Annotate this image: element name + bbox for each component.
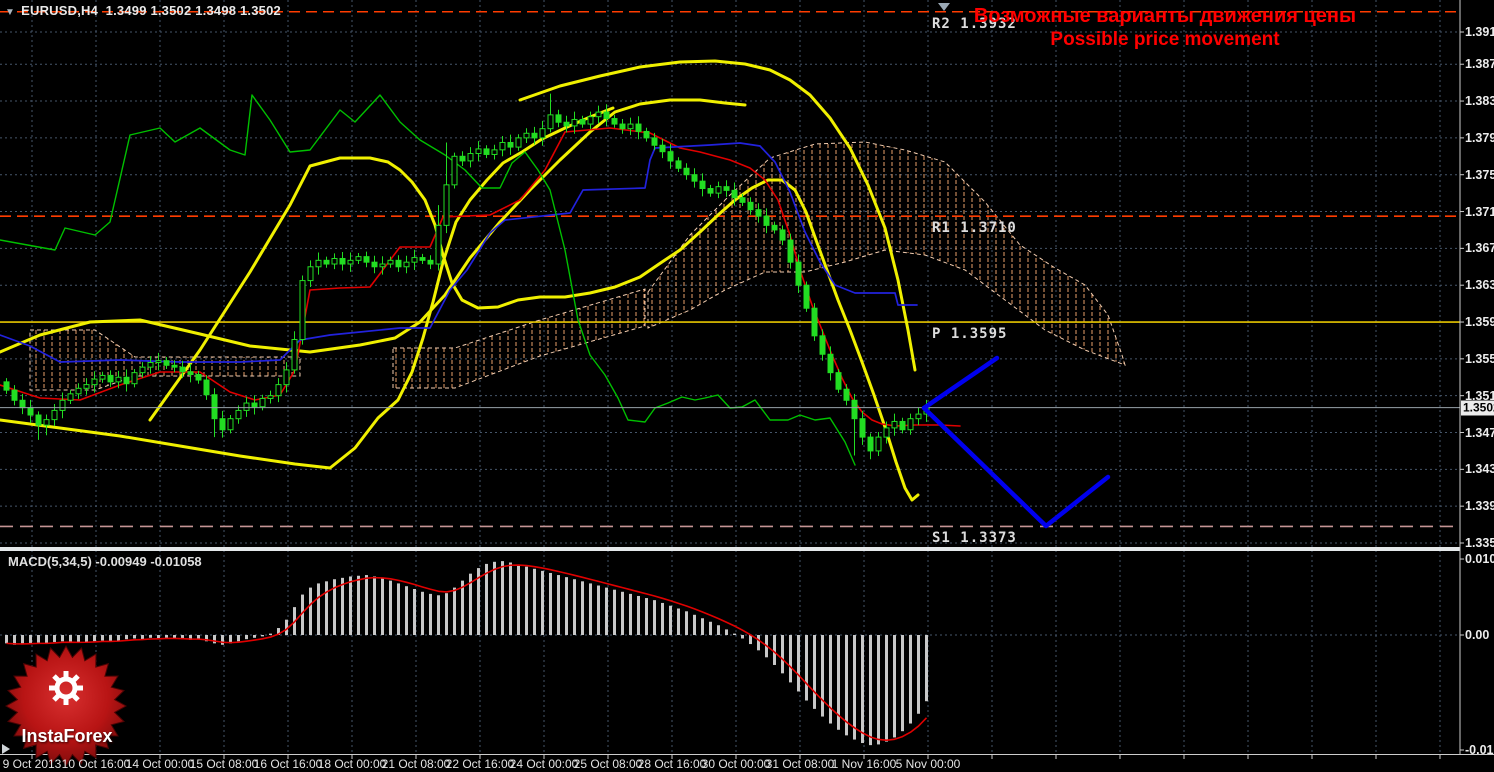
price-axis-label: 1.3595 xyxy=(1465,315,1494,330)
candlestick-layer xyxy=(3,93,930,460)
chart-title: ▼ EURUSD,H4 1.3499 1.3502 1.3498 1.3502 xyxy=(5,3,281,18)
annotation-text-ru: Возможные варианты движения цены xyxy=(973,5,1357,27)
price-axis-label: 1.3555 xyxy=(1465,351,1494,366)
price-axis-label: 1.3910 xyxy=(1465,25,1494,39)
ichimoku-cloud-layer xyxy=(29,141,1126,391)
bollinger-lower-yellow xyxy=(0,106,615,470)
macd-signal-line xyxy=(6,564,928,741)
macd-axis-label: -0.0165 xyxy=(1465,743,1494,757)
time-axis-label: 5 Nov 00:00 xyxy=(895,757,961,771)
price-axis-label: 1.3675 xyxy=(1465,241,1494,256)
price-axis-label: 1.3875 xyxy=(1465,57,1494,72)
pivot-label-s1: S1 1.3373 xyxy=(932,530,1017,547)
object-anchor-icon[interactable] xyxy=(938,3,950,11)
ichimoku-cloud-right xyxy=(647,141,1126,366)
chart-window: ▼ EURUSD,H4 1.3499 1.3502 1.3498 1.3502 В… xyxy=(0,0,1494,772)
forecast-line-1[interactable] xyxy=(921,355,1000,411)
forecast-lines-layer xyxy=(921,355,1111,529)
chart-canvas[interactable] xyxy=(0,0,1494,772)
price-axis-label: 1.3475 xyxy=(1465,425,1494,440)
macd-axis-label: 0.00 xyxy=(1465,628,1490,642)
ichimoku-cloud-mid xyxy=(392,288,646,389)
price-axis-label: 1.3715 xyxy=(1465,204,1494,219)
macd-axis-label: 0.0109 xyxy=(1465,552,1494,567)
quotes-label: 1.3499 1.3502 1.3498 1.3502 xyxy=(105,3,281,18)
price-axis-label: 1.3835 xyxy=(1465,94,1494,109)
pivot-label-r1: R1 1.3710 xyxy=(932,220,1017,237)
price-axis-label: 1.3355 xyxy=(1465,535,1494,550)
symbol-label: EURUSD,H4 xyxy=(21,3,99,18)
logo-star xyxy=(4,644,128,768)
grid-layer xyxy=(0,0,1460,754)
price-axis-label: 1.3755 xyxy=(1465,167,1494,182)
ichimoku-cloud-left xyxy=(29,329,301,391)
macd-layer xyxy=(5,561,928,746)
instaforex-logo xyxy=(4,644,128,768)
price-axis-label: 1.3395 xyxy=(1465,499,1494,514)
price-axis-label: 1.3635 xyxy=(1465,278,1494,293)
price-axis-label: 1.3795 xyxy=(1465,130,1494,145)
logo-text: InstaForex xyxy=(21,726,113,746)
annotation-block: Возможные варианты движения цены Possibl… xyxy=(950,4,1380,52)
chevron-down-icon[interactable]: ▼ xyxy=(5,7,15,18)
annotation-text-en: Possible price movement xyxy=(1050,29,1280,50)
macd-indicator-label: MACD(5,34,5) -0.00949 -0.01058 xyxy=(8,554,202,569)
panel-separator[interactable] xyxy=(0,547,1460,551)
price-axis-label: 1.3435 xyxy=(1465,462,1494,477)
pivot-label-p: P 1.3595 xyxy=(932,326,1008,343)
current-price-box: 1.3502 xyxy=(1461,400,1494,416)
